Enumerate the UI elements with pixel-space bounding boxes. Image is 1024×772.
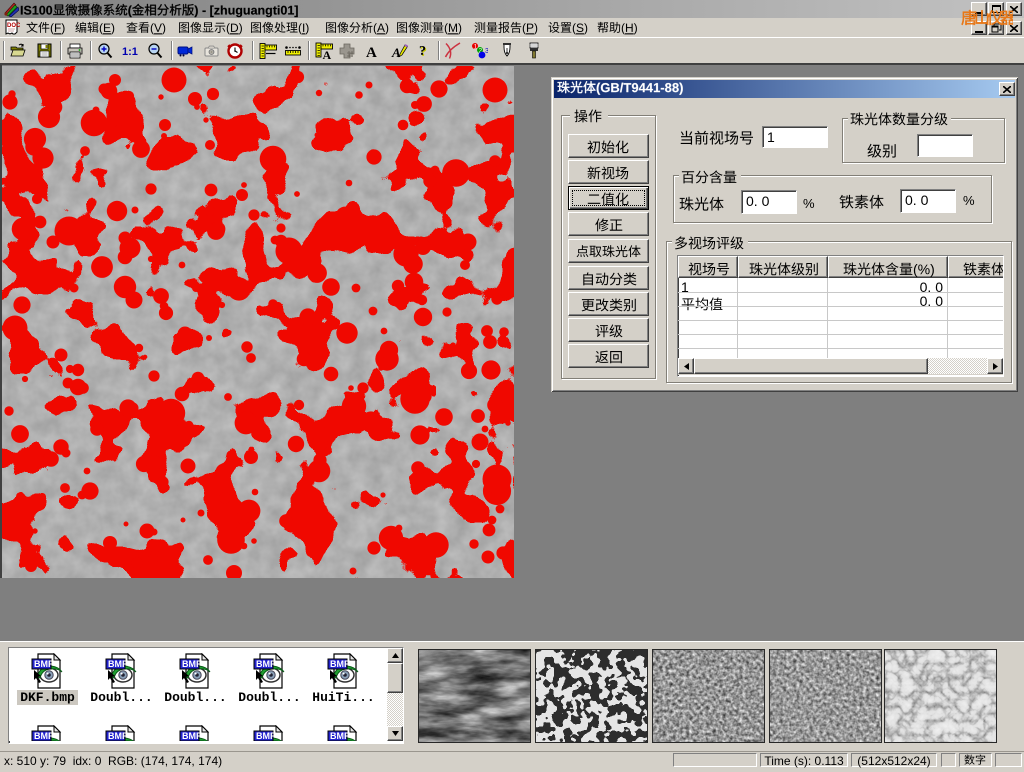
svg-text:BMP: BMP: [34, 731, 54, 741]
svg-text:3: 3: [485, 48, 488, 55]
svg-text:BMP: BMP: [330, 731, 350, 741]
svg-text:BMP: BMP: [256, 659, 276, 669]
svg-text:BMP: BMP: [182, 659, 202, 669]
svg-text:1:1: 1:1: [122, 46, 138, 58]
svg-text:A: A: [366, 45, 377, 60]
svg-text:DOC: DOC: [7, 23, 20, 29]
svg-text:?: ?: [419, 44, 426, 59]
svg-text:BMP: BMP: [182, 731, 202, 741]
svg-text:BMP: BMP: [108, 659, 128, 669]
svg-text:A: A: [391, 45, 401, 60]
svg-text:A: A: [323, 48, 332, 60]
svg-text:BMP: BMP: [256, 731, 276, 741]
svg-text:BMP: BMP: [108, 731, 128, 741]
svg-text:BMP: BMP: [34, 659, 54, 669]
svg-text:BMP: BMP: [330, 659, 350, 669]
